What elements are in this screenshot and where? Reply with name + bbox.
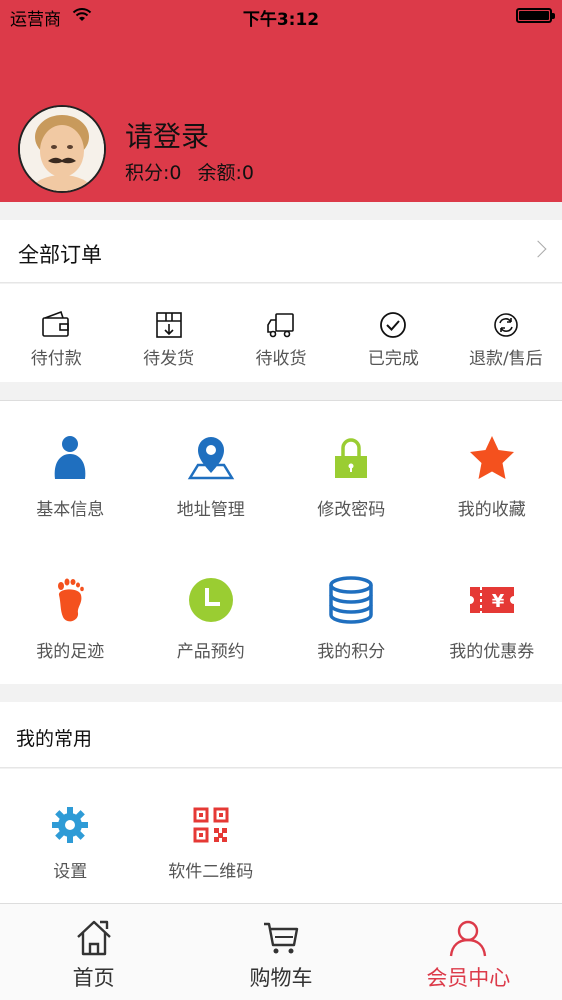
product-reservation-item[interactable]: 产品预约 — [141, 543, 282, 684]
tab-home[interactable]: 首页 — [0, 904, 187, 1000]
common-tools-row: 设置 软件二维码 — [0, 769, 562, 903]
tab-member-center[interactable]: 会员中心 — [375, 904, 562, 1000]
balance-value: 余额:0 — [197, 162, 255, 184]
clock-label: 下午3:12 — [242, 10, 320, 30]
grid-item-label: 我的优惠券 — [449, 641, 535, 662]
order-status-label: 退款/售后 — [468, 349, 543, 369]
bottom-tab-bar: 首页 购物车 会员中心 — [0, 903, 562, 1000]
grid-item-label: 基本信息 — [36, 500, 105, 520]
address-management-item[interactable]: 地址管理 — [141, 401, 282, 542]
star-icon — [469, 436, 514, 479]
tab-cart[interactable]: 购物车 — [187, 904, 374, 1000]
my-points-item[interactable]: 我的积分 — [281, 543, 422, 684]
grid-item-label: 地址管理 — [176, 500, 245, 520]
order-pending-payment[interactable]: 待付款 — [0, 284, 112, 382]
common-section-title: 我的常用 — [16, 728, 93, 750]
gear-icon — [52, 807, 89, 843]
tab-label: 首页 — [72, 966, 115, 990]
footprints-item[interactable]: 我的足迹 — [0, 543, 141, 684]
baby-avatar-image — [20, 107, 104, 191]
qr-code-icon — [193, 807, 229, 843]
grid-item-label: 修改密码 — [317, 500, 386, 520]
battery-icon — [516, 8, 555, 23]
order-refund[interactable]: 退款/售后 — [450, 284, 562, 382]
login-prompt[interactable]: 请登录 — [125, 115, 209, 155]
truck-icon — [267, 313, 294, 338]
grid-item-label: 我的收藏 — [457, 500, 526, 520]
grid-item-label: 产品预约 — [176, 641, 245, 662]
app-qr-code-item[interactable]: 软件二维码 — [141, 769, 282, 903]
change-password-item[interactable]: 修改密码 — [281, 401, 422, 542]
order-completed[interactable]: 已完成 — [337, 284, 449, 382]
order-status-label: 待收货 — [255, 349, 307, 369]
footprint-icon — [58, 578, 85, 621]
account-summary: 积分:0 余额:0 — [125, 158, 254, 185]
wallet-icon — [42, 310, 70, 337]
order-pending-shipment[interactable]: 待发货 — [112, 284, 224, 382]
cart-icon — [263, 922, 299, 954]
order-status-row: 待付款 待发货 待收货 已完成 退款/售后 — [0, 284, 562, 382]
settings-item[interactable]: 设置 — [0, 769, 141, 903]
common-item-label: 软件二维码 — [168, 862, 254, 882]
grid-item-label: 我的积分 — [317, 641, 386, 662]
feature-grid: 基本信息 地址管理 修改密码 我的收藏 我的足迹 产品预约 我的积分 ¥ 我的优… — [0, 400, 562, 684]
coupons-item[interactable]: ¥ 我的优惠券 — [422, 543, 562, 684]
order-status-label: 待发货 — [143, 349, 195, 369]
user-profile-icon — [54, 436, 86, 479]
tab-label: 购物车 — [249, 966, 313, 990]
order-status-label: 待付款 — [30, 349, 82, 369]
svg-text:¥: ¥ — [491, 591, 504, 612]
member-icon — [450, 920, 487, 957]
all-orders-row[interactable]: 全部订单 — [0, 220, 562, 283]
all-orders-label: 全部订单 — [18, 243, 102, 267]
grid-item-label: 我的足迹 — [36, 641, 105, 662]
order-status-label: 已完成 — [367, 349, 419, 369]
refund-icon — [494, 313, 518, 337]
chevron-right-icon — [529, 240, 547, 258]
clock-icon — [188, 577, 233, 622]
check-circle-icon — [380, 312, 407, 338]
common-item-label: 设置 — [53, 862, 88, 882]
home-icon — [76, 920, 111, 956]
order-pending-receipt[interactable]: 待收货 — [225, 284, 337, 382]
common-section-header: 我的常用 — [0, 702, 562, 768]
basic-info-item[interactable]: 基本信息 — [0, 401, 141, 542]
favorites-item[interactable]: 我的收藏 — [422, 401, 562, 542]
coin-stack-icon — [329, 575, 373, 624]
profile-header: 运营商 下午3:12 请登录 积分:0 余额:0 — [0, 0, 562, 202]
avatar[interactable] — [18, 105, 106, 193]
points-value: 积分:0 — [125, 162, 182, 184]
coupon-icon: ¥ — [469, 586, 514, 613]
tab-label: 会员中心 — [426, 966, 511, 990]
package-icon — [155, 312, 182, 338]
lock-icon — [335, 438, 368, 478]
location-pin-icon — [187, 437, 234, 480]
status-bar: 运营商 下午3:12 — [0, 0, 562, 32]
